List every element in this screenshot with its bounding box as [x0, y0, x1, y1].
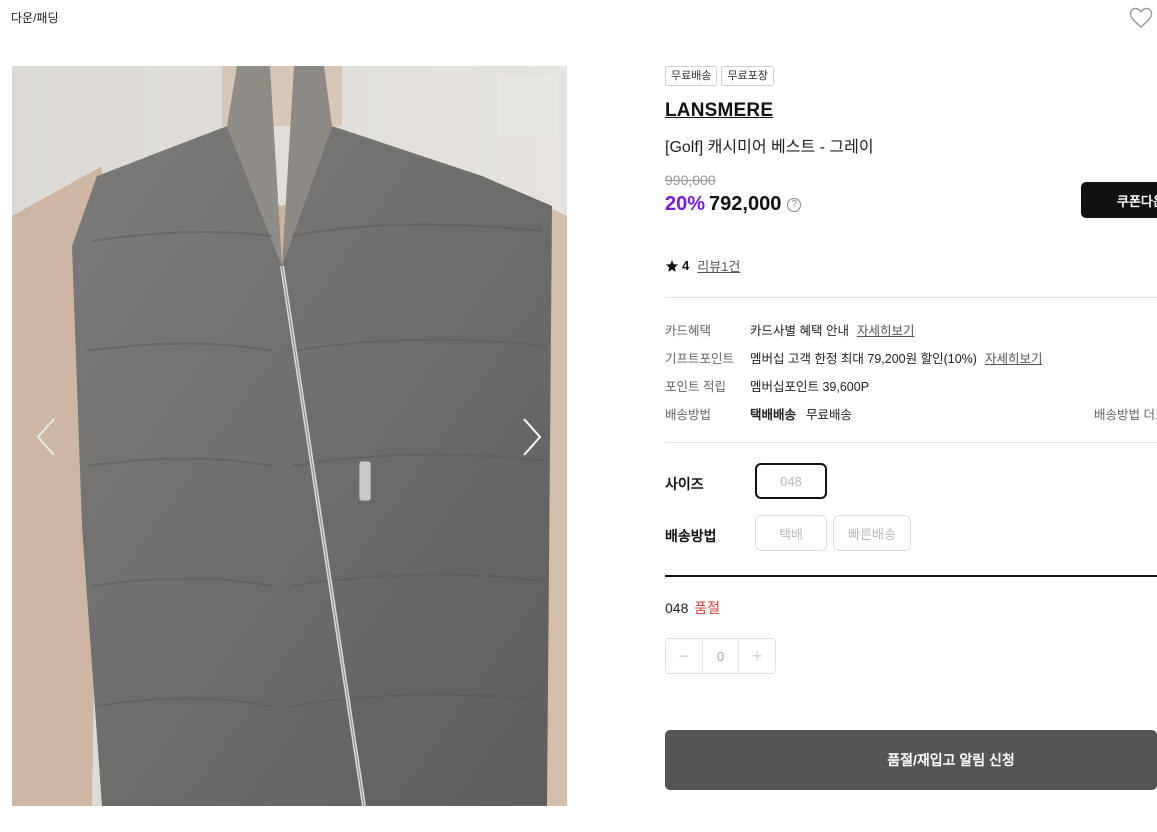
benefit-value: 멤버십 고객 한정 최대 79,200원 할인(10%) — [750, 352, 977, 366]
rating-row: 4 리뷰1건 — [665, 256, 740, 275]
benefit-gift-point: 기프트포인트 멤버십 고객 한정 최대 79,200원 할인(10%) 자세히보… — [665, 348, 1157, 367]
chevron-left-icon[interactable] — [34, 416, 58, 458]
delivery-option-label: 배송방법 — [665, 528, 717, 544]
coupon-download-button[interactable]: 쿠폰다운 — [1081, 182, 1157, 218]
review-link[interactable]: 리뷰1건 — [697, 256, 740, 275]
benefit-point: 포인트 적립 멤버십포인트 39,600P — [665, 376, 1157, 395]
question-circle-icon[interactable]: ? — [787, 197, 802, 212]
product-photo — [12, 66, 567, 806]
delivery-option-parcel[interactable]: 택배 — [755, 515, 827, 551]
tag-free-wrapping: 무료포장 — [721, 66, 774, 86]
breadcrumb[interactable]: 다운/패딩 — [11, 9, 59, 26]
shipping-tags: 무료배송 무료포장 — [665, 66, 774, 86]
chevron-right-icon[interactable] — [520, 416, 544, 458]
card-detail-link[interactable]: 자세히보기 — [857, 320, 915, 339]
gift-point-detail-link[interactable]: 자세히보기 — [985, 348, 1043, 367]
product-name: [Golf] 캐시미어 베스트 - 그레이 — [665, 139, 874, 156]
quantity-value[interactable]: 0 — [701, 639, 740, 673]
restock-alert-label: 품절/재입고 알림 신청 — [887, 752, 1015, 768]
quantity-plus-button[interactable]: + — [739, 639, 775, 673]
original-price: 990,000 — [665, 172, 716, 188]
delivery-type: 택배배송 — [750, 408, 797, 422]
product-image-gallery[interactable] — [12, 66, 567, 806]
selected-option-status: 048 품절 — [665, 598, 720, 618]
benefit-label: 카드혜택 — [665, 324, 712, 338]
benefit-delivery: 배송방법 택배배송 무료배송 배송방법 더보기 — [665, 404, 1157, 423]
benefit-value: 멤버십포인트 39,600P — [750, 380, 870, 394]
soldout-status: 품절 — [694, 600, 721, 616]
discount-rate: 20% — [665, 193, 706, 215]
benefit-card: 카드혜택 카드사별 혜택 안내 자세히보기 — [665, 320, 1157, 339]
divider — [665, 297, 1157, 298]
star-icon — [665, 259, 679, 272]
product-info-panel: 무료배송 무료포장 LANSMERE [Golf] 캐시미어 베스트 - 그레이… — [665, 0, 1157, 832]
restock-alert-button[interactable]: 품절/재입고 알림 신청 — [665, 730, 1157, 790]
quantity-stepper: − 0 + — [665, 638, 776, 674]
divider-strong — [665, 575, 1157, 577]
benefit-label: 기프트포인트 — [665, 352, 735, 366]
quantity-minus-button[interactable]: − — [666, 639, 702, 673]
benefit-label: 포인트 적립 — [665, 380, 726, 394]
selected-size: 048 — [665, 600, 689, 616]
tag-free-shipping: 무료배송 — [665, 66, 718, 86]
size-option-048[interactable]: 048 — [755, 463, 827, 499]
size-label: 사이즈 — [665, 476, 704, 492]
benefit-label: 배송방법 — [665, 408, 712, 422]
benefit-value: 카드사별 혜택 안내 — [750, 324, 849, 338]
sale-price: 792,000 — [709, 193, 782, 215]
delivery-fee: 무료배송 — [806, 408, 853, 422]
rating-score: 4 — [682, 258, 690, 273]
image-badge — [498, 76, 558, 134]
delivery-option-fast[interactable]: 빠른배송 — [833, 515, 911, 551]
brand-link[interactable]: LANSMERE — [665, 100, 773, 122]
delivery-more-link[interactable]: 배송방법 더보기 — [1094, 404, 1157, 423]
divider — [665, 442, 1157, 443]
sale-price-row: 20% 792,000 ? — [665, 193, 802, 216]
